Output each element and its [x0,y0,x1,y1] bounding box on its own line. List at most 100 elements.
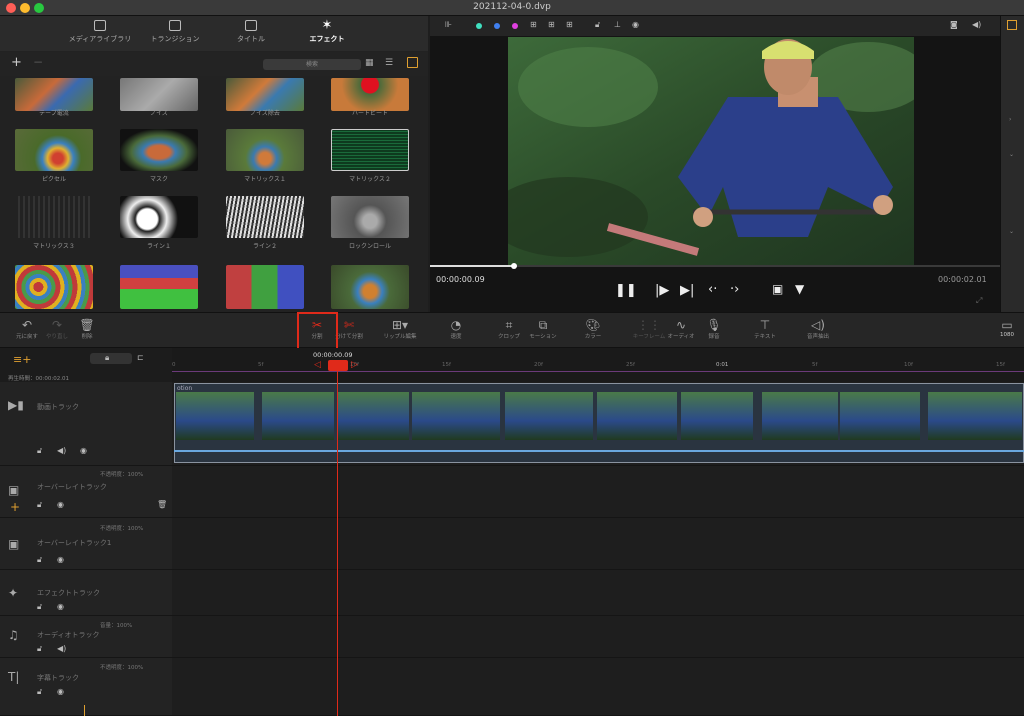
step-back-icon[interactable]: |▶ [655,283,669,298]
effect-label: ハートビート [351,110,388,117]
timeline-header: ≡+ 🔒︎ ⊏ 再生時間：00:00:02.01 [0,348,172,382]
eye-icon[interactable]: ◉ [80,446,87,455]
chevron-down-icon[interactable]: ⌄ [1009,151,1014,158]
lock-icon[interactable]: 🔓︎ [37,555,42,565]
effect-thumb[interactable] [15,78,93,111]
effect-thumb[interactable] [331,78,409,111]
effect-label: ピクセル [41,176,66,183]
add-icon[interactable]: + [11,55,22,70]
lock-toggle[interactable] [90,353,132,364]
effect-thumb[interactable] [226,196,304,238]
chevron-right-icon[interactable]: › [1009,116,1011,123]
effect-thumb[interactable] [120,196,198,238]
effect-thumb[interactable] [226,78,304,111]
guide-icon[interactable]: ⊞ [548,20,555,29]
track-name: オーバーレイトラック1 [37,539,112,547]
ripple-edit-button[interactable]: ⊞▾ リップル編集 [377,318,423,340]
snapshot-icon[interactable]: ◙ [950,20,958,29]
next-frame-icon[interactable]: ·› [730,282,739,297]
current-time: 00:00:00.09 [436,275,485,284]
clip-frame [681,392,753,440]
eye-icon[interactable]: ◉ [57,555,64,564]
eye-icon[interactable]: ◉ [632,20,639,29]
effect-thumb[interactable] [120,265,198,309]
speed-button[interactable]: ◔ 速度 [433,318,479,340]
fullscreen-icon[interactable]: ⤢ [976,296,982,306]
volume-icon[interactable]: ◀︎) [57,446,66,455]
chevron-down-icon[interactable]: ⌄ [1009,228,1014,235]
track-name: オーディオトラック [37,631,100,639]
effect-label: マトリックス３ [33,243,75,250]
list-view-icon[interactable]: ☰ [385,58,393,68]
aspect-icon[interactable]: ⊪ [445,20,452,29]
trash-icon[interactable]: 🗑︎ [157,500,167,509]
effect-label: テープ電流 [39,110,69,117]
resolution-button[interactable]: ▭ 1080 [992,318,1022,338]
volume-icon[interactable]: ◀︎) [972,20,981,29]
eye-icon[interactable]: ◉ [57,687,64,696]
effect-thumb[interactable] [226,129,304,171]
record-button[interactable]: 🎙︎ 録音 [691,318,737,340]
export-frame-icon[interactable]: ▼ [795,282,804,296]
lock-icon[interactable]: 🔓︎ [37,446,42,456]
guide-icon[interactable]: ⊞ [530,20,537,29]
delete-button[interactable]: 🗑︎ 削除 [64,318,110,340]
lock-icon[interactable]: 🔓︎ [37,602,42,612]
ruler-tick: 15f [996,362,1005,368]
title-bar: 202112-04-0.dvp [0,0,1024,16]
add-icon[interactable]: + [10,500,20,514]
minus-icon[interactable]: − [33,55,43,69]
voice-extract-button[interactable]: ◁) 音声抽出 [795,318,841,340]
track-header-subtitle: 不透明度：100% T| 字幕トラック 🔓︎ ◉ [0,658,172,716]
effect-thumb[interactable] [331,196,409,238]
eye-icon[interactable]: ◉ [57,500,64,509]
palette-icon: 🎨︎ [585,318,601,332]
effect-label: マトリックス１ [244,176,286,183]
grid-view-icon[interactable]: ▦ [365,58,374,68]
snap-icon[interactable]: ⊥ [614,20,621,29]
track-row-audio [172,616,1024,658]
inspector-panel: › ⌄ ⌄ [1000,16,1024,312]
snapshot-frame-icon[interactable]: ▣ [772,282,783,296]
add-track-icon[interactable]: ≡+ [13,353,31,366]
effect-thumb[interactable] [15,265,93,309]
motion-button[interactable]: ⧉ モーション [520,318,566,340]
effect-thumb[interactable] [226,265,304,309]
effect-thumb[interactable] [331,265,409,309]
magic-wand-icon: ✦ [8,586,19,600]
link-icon[interactable]: ⊏ [137,353,144,362]
lock-icon: 🔒︎ [105,353,110,362]
track-row-overlay-1 [172,518,1024,570]
color-button[interactable]: 🎨︎ カラー [570,318,616,340]
prev-frame-icon[interactable]: ‹· [708,282,717,297]
effect-thumb[interactable] [331,129,409,171]
effect-thumb[interactable] [15,129,93,171]
guide-icon[interactable]: ⊞ [566,20,573,29]
ruler-tick: 5f [258,362,264,368]
step-forward-icon[interactable]: ▶| [680,283,694,298]
pause-icon[interactable]: ❚❚ [615,283,637,298]
search-input[interactable]: 検索 [263,59,361,70]
preview-scrubber-handle[interactable] [511,263,517,269]
color-dot-icon[interactable] [476,23,482,29]
text-button[interactable]: ⊤ テキスト [742,318,788,340]
inspector-toggle-icon[interactable] [1007,20,1017,30]
effect-thumb[interactable] [120,78,198,111]
lock-icon[interactable]: 🔓︎ [37,644,42,654]
track-header-audio: 音量：100% ♫ オーディオトラック 🔓︎ ◀︎) [0,616,172,658]
timeline-ruler[interactable] [172,348,1024,382]
video-track-icon: ▶︎▮ [8,398,24,412]
playhead-handle[interactable] [328,360,348,371]
effect-thumb[interactable] [15,196,93,238]
lock-icon[interactable]: 🔓︎ [37,687,42,697]
panel-toggle-icon[interactable] [407,57,418,68]
lock-icon[interactable]: 🔓︎ [37,500,42,510]
tab-effects[interactable]: ✶ エフェクト [282,18,372,50]
ruler-tick: 0:01 [716,362,729,368]
eye-icon[interactable]: ◉ [57,602,64,611]
effect-thumb[interactable] [120,129,198,171]
color-dot-icon[interactable] [512,23,518,29]
color-dot-icon[interactable] [494,23,500,29]
lock-icon[interactable]: 🔓︎ [595,20,600,30]
volume-icon[interactable]: ◀︎) [57,644,66,653]
